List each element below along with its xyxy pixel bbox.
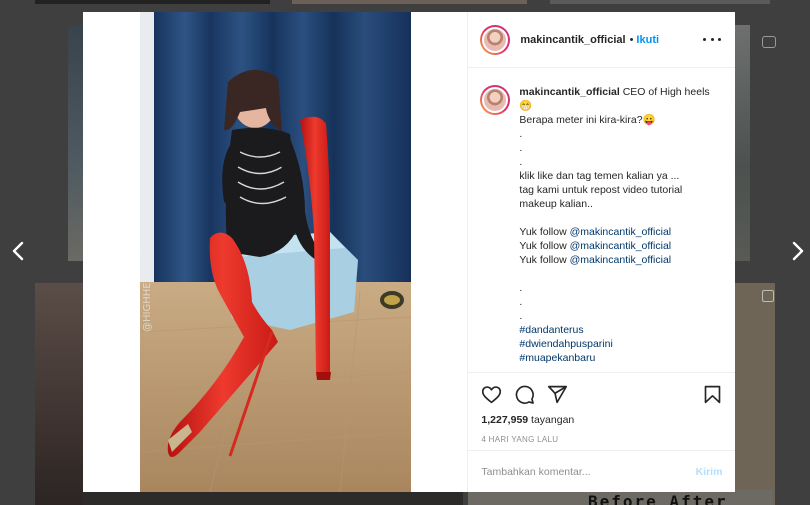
feed-tile[interactable] <box>83 490 463 505</box>
feed-tile[interactable] <box>550 0 770 4</box>
next-post-button[interactable] <box>786 240 808 262</box>
feed-tile-text: Before After <box>588 492 728 505</box>
heart-icon[interactable] <box>481 384 502 405</box>
post-caption: makincantik_official CEO of High heels😁 … <box>519 85 714 371</box>
video-indicator-icon <box>762 36 776 48</box>
chevron-left-icon <box>12 241 24 261</box>
follow-button[interactable]: Ikuti <box>636 34 659 46</box>
previous-post-button[interactable] <box>8 240 30 262</box>
caption-line: makincantik_official CEO of High heels😁 <box>519 86 710 112</box>
more-options-icon[interactable] <box>703 37 721 43</box>
separator-dot: • <box>629 33 634 46</box>
bookmark-icon[interactable] <box>702 384 723 405</box>
caption-line: . <box>519 156 523 168</box>
post-comment-button[interactable]: Kirim <box>696 466 723 478</box>
caption-line: . <box>519 128 523 140</box>
caption-line: . <box>519 142 523 154</box>
caption-line: Yuk follow @makincantik_official <box>519 254 672 266</box>
video-frame-image: @HIGHHEELSPARADE <box>140 12 411 492</box>
caption-line: tag kami untuk repost video tutorial mak… <box>519 184 686 210</box>
caption-line: Yuk follow @makincantik_official <box>519 240 672 252</box>
mention-link[interactable]: @makincantik_official <box>570 254 672 266</box>
caption-avatar[interactable] <box>480 85 511 115</box>
mention-link[interactable]: @makincantik_official <box>570 226 672 238</box>
feed-tile[interactable] <box>292 0 527 4</box>
feed-tile[interactable] <box>735 283 775 505</box>
caption-line: Berapa meter ini kira-kira?😛 <box>519 114 656 126</box>
mention-link[interactable]: @makincantik_official <box>570 240 672 252</box>
caption-line: . <box>519 296 523 308</box>
svg-text:@HIGHHEELSPARADE: @HIGHHEELSPARADE <box>142 225 153 332</box>
chevron-right-icon <box>792 241 804 261</box>
multi-photo-icon <box>762 290 774 302</box>
caption-line <box>519 267 714 281</box>
caption-line <box>519 211 714 225</box>
share-icon[interactable] <box>547 384 568 405</box>
caption-username[interactable]: makincantik_official <box>519 86 619 98</box>
avatar[interactable] <box>480 24 511 55</box>
comment-input[interactable]: Tambahkan komentar... <box>481 466 695 478</box>
view-count[interactable]: 1,227,959 tayangan <box>481 414 723 426</box>
post-username[interactable]: makincantik_official <box>520 34 625 46</box>
comment-icon[interactable] <box>514 384 535 405</box>
caption-line: klik like dan tag temen kalian ya ... <box>519 170 680 182</box>
caption-line: Yuk follow @makincantik_official <box>519 226 672 238</box>
post-sidebar: makincantik_official • Ikuti makincantik… <box>467 12 736 492</box>
post-date[interactable]: 4 HARI YANG LALU <box>481 435 723 444</box>
hashtag-link[interactable]: #dwiendahpusparini <box>519 337 714 351</box>
hashtag-link[interactable]: #muapekanbaru <box>519 351 714 365</box>
post-actions: 1,227,959 tayangan 4 HARI YANG LALU <box>468 372 736 452</box>
hashtag-link[interactable]: #dandanterus <box>519 323 714 337</box>
caption-line: . <box>519 310 523 322</box>
feed-tile[interactable] <box>35 283 83 505</box>
post-header: makincantik_official • Ikuti <box>468 12 735 68</box>
post-media: @HIGHHEELSPARADE <box>83 12 468 492</box>
feed-tile[interactable] <box>35 0 270 4</box>
comments-section[interactable]: makincantik_official CEO of High heels😁 … <box>468 69 735 371</box>
video-player[interactable]: @HIGHHEELSPARADE <box>140 12 411 492</box>
add-comment-bar: Tambahkan komentar... Kirim <box>468 450 736 492</box>
caption-line: . <box>519 282 523 294</box>
post-modal: @HIGHHEELSPARADE makincantik_official • … <box>83 12 736 492</box>
